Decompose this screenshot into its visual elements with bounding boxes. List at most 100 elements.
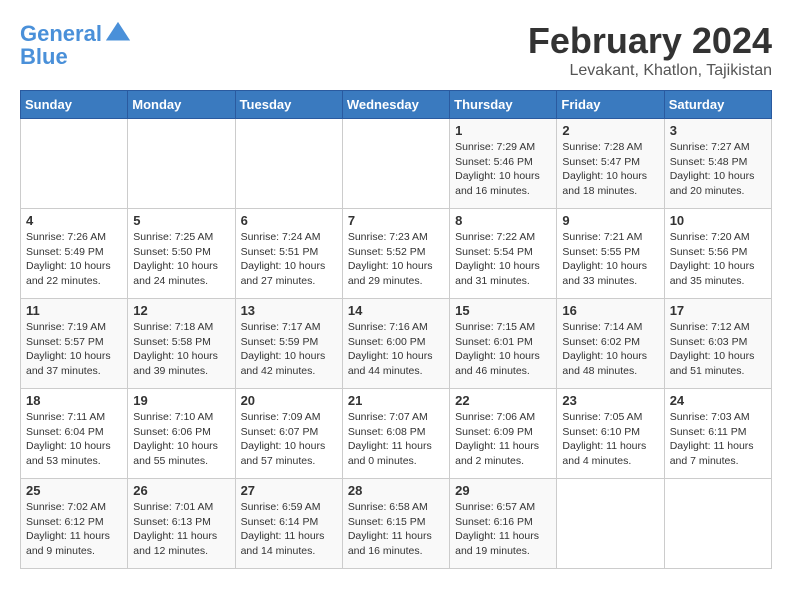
day-number: 20	[241, 393, 337, 408]
day-number: 3	[670, 123, 766, 138]
page-header: General Blue February 2024 Levakant, Kha…	[20, 20, 772, 80]
day-info: Sunrise: 6:58 AMSunset: 6:15 PMDaylight:…	[348, 500, 444, 559]
calendar-day-cell: 14 Sunrise: 7:16 AMSunset: 6:00 PMDayligh…	[342, 299, 449, 389]
day-info: Sunrise: 7:15 AMSunset: 6:01 PMDaylight:…	[455, 320, 551, 379]
day-info: Sunrise: 7:22 AMSunset: 5:54 PMDaylight:…	[455, 230, 551, 289]
day-info: Sunrise: 7:09 AMSunset: 6:07 PMDaylight:…	[241, 410, 337, 469]
day-number: 7	[348, 213, 444, 228]
calendar-day-cell: 3 Sunrise: 7:27 AMSunset: 5:48 PMDaylight…	[664, 119, 771, 209]
logo-icon	[104, 20, 132, 48]
day-info: Sunrise: 7:24 AMSunset: 5:51 PMDaylight:…	[241, 230, 337, 289]
day-number: 15	[455, 303, 551, 318]
calendar-day-cell	[557, 479, 664, 569]
day-number: 10	[670, 213, 766, 228]
day-of-week-header: Saturday	[664, 91, 771, 119]
calendar-day-cell: 1Sunrise: 7:29 AMSunset: 5:46 PMDaylight…	[450, 119, 557, 209]
day-info: Sunrise: 7:26 AMSunset: 5:49 PMDaylight:…	[26, 230, 122, 289]
calendar-day-cell: 5Sunrise: 7:25 AMSunset: 5:50 PMDaylight…	[128, 209, 235, 299]
day-number: 8	[455, 213, 551, 228]
calendar-table: SundayMondayTuesdayWednesdayThursdayFrid…	[20, 90, 772, 569]
day-info: Sunrise: 7:20 AMSunset: 5:56 PMDaylight:…	[670, 230, 766, 289]
day-number: 16	[562, 303, 658, 318]
calendar-week-row: 18 Sunrise: 7:11 AMSunset: 6:04 PMDayligh…	[21, 389, 772, 479]
day-number: 27	[241, 483, 337, 498]
calendar-day-cell: 25 Sunrise: 7:02 AMSunset: 6:12 PMDayligh…	[21, 479, 128, 569]
calendar-day-cell: 19 Sunrise: 7:10 AMSunset: 6:06 PMDayligh…	[128, 389, 235, 479]
day-number: 24	[670, 393, 766, 408]
calendar-day-cell: 6Sunrise: 7:24 AMSunset: 5:51 PMDaylight…	[235, 209, 342, 299]
calendar-day-cell: 26 Sunrise: 7:01 AMSunset: 6:13 PMDayligh…	[128, 479, 235, 569]
day-info: Sunrise: 7:05 AMSunset: 6:10 PMDaylight:…	[562, 410, 658, 469]
calendar-day-cell: 22 Sunrise: 7:06 AMSunset: 6:09 PMDayligh…	[450, 389, 557, 479]
calendar-day-cell: 23Sunrise: 7:05 AMSunset: 6:10 PMDayligh…	[557, 389, 664, 479]
calendar-day-cell: 13 Sunrise: 7:17 AMSunset: 5:59 PMDayligh…	[235, 299, 342, 389]
day-of-week-header: Wednesday	[342, 91, 449, 119]
day-info: Sunrise: 7:02 AMSunset: 6:12 PMDaylight:…	[26, 500, 122, 559]
day-number: 14	[348, 303, 444, 318]
calendar-day-cell: 27 Sunrise: 6:59 AMSunset: 6:14 PMDayligh…	[235, 479, 342, 569]
calendar-day-cell: 16 Sunrise: 7:14 AMSunset: 6:02 PMDayligh…	[557, 299, 664, 389]
day-number: 11	[26, 303, 122, 318]
day-info: Sunrise: 7:06 AMSunset: 6:09 PMDaylight:…	[455, 410, 551, 469]
calendar-day-cell: 24 Sunrise: 7:03 AMSunset: 6:11 PMDayligh…	[664, 389, 771, 479]
calendar-week-row: 25 Sunrise: 7:02 AMSunset: 6:12 PMDayligh…	[21, 479, 772, 569]
calendar-day-cell: 2 Sunrise: 7:28 AMSunset: 5:47 PMDaylight…	[557, 119, 664, 209]
day-number: 13	[241, 303, 337, 318]
day-info: Sunrise: 7:18 AMSunset: 5:58 PMDaylight:…	[133, 320, 229, 379]
day-number: 12	[133, 303, 229, 318]
day-number: 17	[670, 303, 766, 318]
day-info: Sunrise: 7:11 AMSunset: 6:04 PMDaylight:…	[26, 410, 122, 469]
day-info: Sunrise: 7:27 AMSunset: 5:48 PMDaylight:…	[670, 140, 766, 199]
logo: General Blue	[20, 20, 132, 70]
day-info: Sunrise: 7:01 AMSunset: 6:13 PMDaylight:…	[133, 500, 229, 559]
day-info: Sunrise: 7:07 AMSunset: 6:08 PMDaylight:…	[348, 410, 444, 469]
day-number: 1	[455, 123, 551, 138]
day-info: Sunrise: 7:12 AMSunset: 6:03 PMDaylight:…	[670, 320, 766, 379]
day-info: Sunrise: 6:59 AMSunset: 6:14 PMDaylight:…	[241, 500, 337, 559]
day-info: Sunrise: 7:28 AMSunset: 5:47 PMDaylight:…	[562, 140, 658, 199]
calendar-day-cell	[342, 119, 449, 209]
day-info: Sunrise: 7:10 AMSunset: 6:06 PMDaylight:…	[133, 410, 229, 469]
calendar-day-cell: 21 Sunrise: 7:07 AMSunset: 6:08 PMDayligh…	[342, 389, 449, 479]
calendar-title: February 2024	[528, 20, 772, 62]
day-number: 2	[562, 123, 658, 138]
calendar-header-row: SundayMondayTuesdayWednesdayThursdayFrid…	[21, 91, 772, 119]
day-info: Sunrise: 7:23 AMSunset: 5:52 PMDaylight:…	[348, 230, 444, 289]
day-number: 4	[26, 213, 122, 228]
logo-text: General	[20, 22, 102, 46]
day-number: 18	[26, 393, 122, 408]
calendar-day-cell: 18 Sunrise: 7:11 AMSunset: 6:04 PMDayligh…	[21, 389, 128, 479]
day-info: Sunrise: 7:16 AMSunset: 6:00 PMDaylight:…	[348, 320, 444, 379]
calendar-day-cell: 4 Sunrise: 7:26 AMSunset: 5:49 PMDaylight…	[21, 209, 128, 299]
day-of-week-header: Tuesday	[235, 91, 342, 119]
calendar-day-cell	[235, 119, 342, 209]
day-number: 29	[455, 483, 551, 498]
calendar-day-cell: 15 Sunrise: 7:15 AMSunset: 6:01 PMDayligh…	[450, 299, 557, 389]
day-info: Sunrise: 7:03 AMSunset: 6:11 PMDaylight:…	[670, 410, 766, 469]
calendar-day-cell: 17 Sunrise: 7:12 AMSunset: 6:03 PMDayligh…	[664, 299, 771, 389]
day-of-week-header: Friday	[557, 91, 664, 119]
calendar-week-row: 1Sunrise: 7:29 AMSunset: 5:46 PMDaylight…	[21, 119, 772, 209]
calendar-day-cell: 10 Sunrise: 7:20 AMSunset: 5:56 PMDayligh…	[664, 209, 771, 299]
day-info: Sunrise: 7:17 AMSunset: 5:59 PMDaylight:…	[241, 320, 337, 379]
calendar-week-row: 11Sunrise: 7:19 AMSunset: 5:57 PMDayligh…	[21, 299, 772, 389]
day-number: 9	[562, 213, 658, 228]
calendar-day-cell: 9Sunrise: 7:21 AMSunset: 5:55 PMDaylight…	[557, 209, 664, 299]
calendar-day-cell: 20 Sunrise: 7:09 AMSunset: 6:07 PMDayligh…	[235, 389, 342, 479]
calendar-subtitle: Levakant, Khatlon, Tajikistan	[528, 62, 772, 80]
calendar-day-cell	[128, 119, 235, 209]
day-number: 26	[133, 483, 229, 498]
day-number: 21	[348, 393, 444, 408]
calendar-day-cell: 8 Sunrise: 7:22 AMSunset: 5:54 PMDaylight…	[450, 209, 557, 299]
day-info: Sunrise: 7:25 AMSunset: 5:50 PMDaylight:…	[133, 230, 229, 289]
day-info: Sunrise: 7:14 AMSunset: 6:02 PMDaylight:…	[562, 320, 658, 379]
calendar-day-cell: 28 Sunrise: 6:58 AMSunset: 6:15 PMDayligh…	[342, 479, 449, 569]
title-area: February 2024 Levakant, Khatlon, Tajikis…	[528, 20, 772, 80]
day-of-week-header: Monday	[128, 91, 235, 119]
calendar-day-cell: 29Sunrise: 6:57 AMSunset: 6:16 PMDayligh…	[450, 479, 557, 569]
day-number: 28	[348, 483, 444, 498]
day-number: 19	[133, 393, 229, 408]
day-of-week-header: Sunday	[21, 91, 128, 119]
day-number: 25	[26, 483, 122, 498]
day-number: 22	[455, 393, 551, 408]
